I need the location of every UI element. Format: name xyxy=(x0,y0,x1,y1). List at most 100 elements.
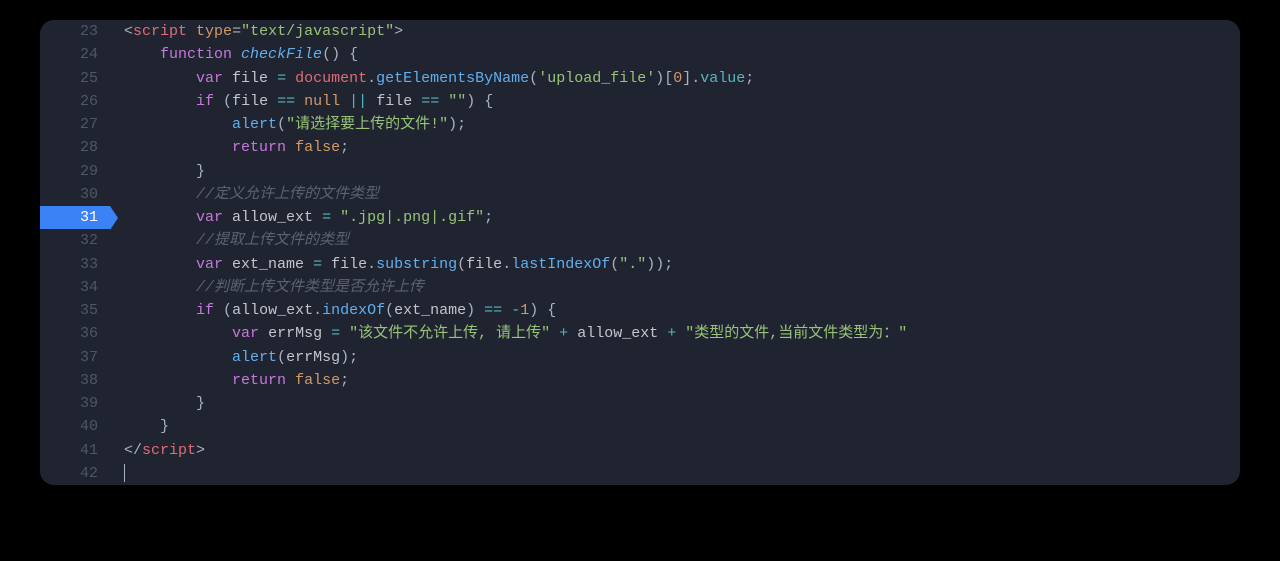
code-token: null xyxy=(304,93,340,110)
line-number[interactable]: 25 xyxy=(40,67,110,90)
code-token xyxy=(439,93,448,110)
code-line[interactable]: 41</script> xyxy=(40,439,1240,462)
code-line[interactable]: 27 alert("请选择要上传的文件!"); xyxy=(40,113,1240,136)
code-token xyxy=(187,23,196,40)
code-token xyxy=(295,93,304,110)
code-line[interactable]: 24 function checkFile() { xyxy=(40,43,1240,66)
code-token: substring xyxy=(376,256,457,273)
line-number[interactable]: 32 xyxy=(40,229,110,252)
line-number[interactable]: 40 xyxy=(40,415,110,438)
code-token: var xyxy=(196,256,223,273)
code-token: allow_ext xyxy=(577,325,658,342)
code-content[interactable]: //提取上传文件的类型 xyxy=(110,229,1240,252)
code-token xyxy=(124,232,196,249)
code-line[interactable]: 35 if (allow_ext.indexOf(ext_name) == -1… xyxy=(40,299,1240,322)
code-token: file xyxy=(466,256,502,273)
code-token xyxy=(340,93,349,110)
line-number[interactable]: 23 xyxy=(40,20,110,43)
code-line[interactable]: 40 } xyxy=(40,415,1240,438)
line-number[interactable]: 35 xyxy=(40,299,110,322)
code-token xyxy=(223,209,232,226)
code-token xyxy=(124,372,232,389)
text-cursor xyxy=(124,464,125,482)
code-token xyxy=(676,325,685,342)
code-content[interactable]: <script type="text/javascript"> xyxy=(110,20,1240,43)
code-content[interactable]: var allow_ext = ".jpg|.png|.gif"; xyxy=(110,206,1240,229)
code-line[interactable]: 32 //提取上传文件的类型 xyxy=(40,229,1240,252)
line-number[interactable]: 30 xyxy=(40,183,110,206)
line-number[interactable]: 37 xyxy=(40,346,110,369)
code-token: . xyxy=(502,256,511,273)
line-number[interactable]: 31 xyxy=(40,206,110,229)
code-token: || xyxy=(349,93,367,110)
code-token xyxy=(304,256,313,273)
code-token: document xyxy=(295,70,367,87)
code-token xyxy=(214,302,223,319)
line-number[interactable]: 28 xyxy=(40,136,110,159)
code-content[interactable]: </script> xyxy=(110,439,1240,462)
code-content[interactable]: alert(errMsg); xyxy=(110,346,1240,369)
code-line[interactable]: 36 var errMsg = "该文件不允许上传, 请上传" + allow_… xyxy=(40,322,1240,345)
code-content[interactable]: alert("请选择要上传的文件!"); xyxy=(110,113,1240,136)
code-token: allow_ext xyxy=(232,209,313,226)
code-token: ( xyxy=(610,256,619,273)
code-token: ( xyxy=(385,302,394,319)
code-editor[interactable]: 23<script type="text/javascript">24 func… xyxy=(40,20,1240,485)
code-line[interactable]: 31 var allow_ext = ".jpg|.png|.gif"; xyxy=(40,206,1240,229)
code-token: var xyxy=(232,325,259,342)
code-content[interactable]: return false; xyxy=(110,136,1240,159)
code-token: ".jpg|.png|.gif" xyxy=(340,209,484,226)
code-content[interactable]: //定义允许上传的文件类型 xyxy=(110,183,1240,206)
line-number[interactable]: 33 xyxy=(40,253,110,276)
line-number[interactable]: 26 xyxy=(40,90,110,113)
code-content[interactable] xyxy=(110,462,1240,485)
code-line[interactable]: 37 alert(errMsg); xyxy=(40,346,1240,369)
code-token: > xyxy=(196,442,205,459)
line-number[interactable]: 24 xyxy=(40,43,110,66)
code-token: value xyxy=(700,70,745,87)
code-token: getElementsByName xyxy=(376,70,529,87)
code-line[interactable]: 23<script type="text/javascript"> xyxy=(40,20,1240,43)
code-token: ) { xyxy=(529,302,556,319)
line-number[interactable]: 27 xyxy=(40,113,110,136)
code-content[interactable]: //判断上传文件类型是否允许上传 xyxy=(110,276,1240,299)
code-line[interactable]: 38 return false; xyxy=(40,369,1240,392)
code-token: ; xyxy=(340,139,349,156)
code-token: errMsg xyxy=(268,325,322,342)
line-number[interactable]: 39 xyxy=(40,392,110,415)
code-content[interactable]: } xyxy=(110,160,1240,183)
code-token: </ xyxy=(124,442,142,459)
line-number[interactable]: 36 xyxy=(40,322,110,345)
code-token: . xyxy=(367,256,376,273)
code-content[interactable]: var ext_name = file.substring(file.lastI… xyxy=(110,253,1240,276)
code-token xyxy=(124,325,232,342)
code-line[interactable]: 26 if (file == null || file == "") { xyxy=(40,90,1240,113)
code-content[interactable]: if (allow_ext.indexOf(ext_name) == -1) { xyxy=(110,299,1240,322)
code-line[interactable]: 34 //判断上传文件类型是否允许上传 xyxy=(40,276,1240,299)
line-number[interactable]: 41 xyxy=(40,439,110,462)
code-line[interactable]: 28 return false; xyxy=(40,136,1240,159)
line-number[interactable]: 34 xyxy=(40,276,110,299)
line-number[interactable]: 29 xyxy=(40,160,110,183)
code-token: "类型的文件,当前文件类型为：" xyxy=(685,325,907,342)
code-token: ; xyxy=(484,209,493,226)
code-token xyxy=(124,186,196,203)
code-line[interactable]: 39 } xyxy=(40,392,1240,415)
code-line[interactable]: 33 var ext_name = file.substring(file.la… xyxy=(40,253,1240,276)
line-number[interactable]: 42 xyxy=(40,462,110,485)
code-line[interactable]: 29 } xyxy=(40,160,1240,183)
code-content[interactable]: var errMsg = "该文件不允许上传, 请上传" + allow_ext… xyxy=(110,322,1240,345)
code-token: if xyxy=(196,302,214,319)
line-number[interactable]: 38 xyxy=(40,369,110,392)
code-token: ext_name xyxy=(232,256,304,273)
code-content[interactable]: } xyxy=(110,415,1240,438)
code-line[interactable]: 42 xyxy=(40,462,1240,485)
code-content[interactable]: var file = document.getElementsByName('u… xyxy=(110,67,1240,90)
code-token: false xyxy=(295,372,340,389)
code-line[interactable]: 30 //定义允许上传的文件类型 xyxy=(40,183,1240,206)
code-line[interactable]: 25 var file = document.getElementsByName… xyxy=(40,67,1240,90)
code-content[interactable]: function checkFile() { xyxy=(110,43,1240,66)
code-content[interactable]: } xyxy=(110,392,1240,415)
code-content[interactable]: return false; xyxy=(110,369,1240,392)
code-content[interactable]: if (file == null || file == "") { xyxy=(110,90,1240,113)
